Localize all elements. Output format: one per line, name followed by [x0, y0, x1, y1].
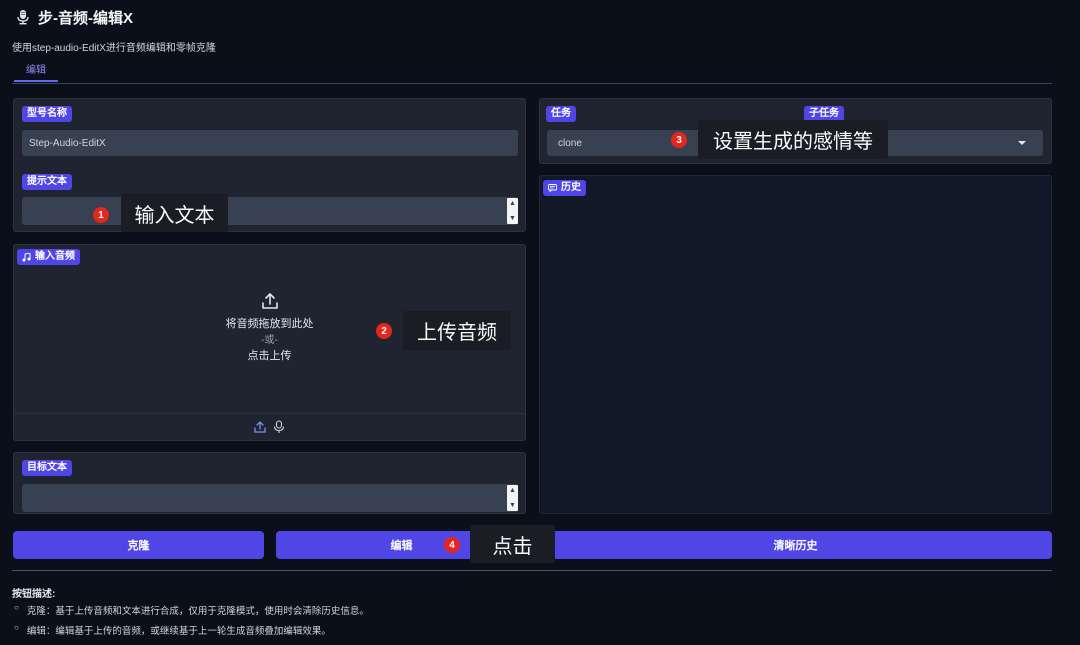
target-text-input[interactable] [22, 484, 518, 512]
annotation-badge: 2 [376, 323, 392, 339]
annotation-badge: 3 [671, 132, 687, 148]
upload-source-icon[interactable] [254, 421, 266, 433]
chat-icon [548, 184, 557, 192]
history-panel [539, 175, 1052, 514]
music-note-icon [22, 252, 31, 261]
model-name-label: 型号名称 [22, 106, 72, 122]
target-text-label: 目标文本 [22, 460, 72, 476]
scroll-down-icon[interactable]: ▼ [509, 214, 516, 223]
target-scrollbar[interactable]: ▲ ▼ [507, 485, 518, 511]
microphone-icon [17, 10, 29, 25]
scroll-up-icon[interactable]: ▲ [509, 199, 516, 208]
app-title: 步-音频-编辑X [16, 6, 133, 28]
audio-source-divider [14, 413, 525, 414]
microphone-source-icon[interactable] [273, 420, 285, 434]
chevron-down-icon[interactable] [1018, 140, 1026, 146]
upload-icon [261, 293, 278, 309]
description-item-text: 克隆：基于上传音频和文本进行合成，仅用于克隆模式，使用时会清除历史信息。 [26, 606, 369, 617]
description-item-text: 编辑：编辑基于上传的音频，或继续基于上一轮生成音频叠加编辑效果。 [26, 626, 331, 637]
scroll-down-icon[interactable]: ▼ [509, 501, 516, 510]
description-item: ○ 克隆：基于上传音频和文本进行合成，仅用于克隆模式，使用时会清除历史信息。 [14, 603, 369, 617]
app-title-text: 步-音频-编辑X [38, 9, 133, 27]
clone-button[interactable]: 克隆 [13, 531, 264, 559]
description-item: ○ 编辑：编辑基于上传的音频，或继续基于上一轮生成音频叠加编辑效果。 [14, 623, 331, 637]
annotation-callout: 上传音频 [403, 311, 511, 350]
prompt-scrollbar[interactable]: ▲ ▼ [507, 198, 518, 224]
prompt-text-label: 提示文本 [22, 174, 72, 190]
task-label: 任务 [546, 106, 576, 122]
annotation-callout: 输入文本 [121, 194, 228, 232]
history-label: 历史 [543, 180, 586, 196]
bullet-icon: ○ [14, 603, 19, 612]
input-audio-label-text: 输入音频 [35, 251, 75, 262]
annotation-badge: 4 [444, 537, 460, 553]
dropzone-click-text: 点击上传 [247, 350, 292, 362]
clear-history-button[interactable]: 清晰历史 [539, 531, 1052, 559]
description-title: 按钮描述: [12, 589, 56, 600]
annotation-badge: 1 [93, 207, 109, 223]
annotation-callout: 设置生成的感情等 [698, 120, 888, 159]
model-name-input[interactable]: Step-Audio-EditX [22, 130, 518, 156]
description-divider [12, 570, 1052, 571]
input-audio-label: 输入音频 [17, 249, 80, 265]
scroll-up-icon[interactable]: ▲ [509, 486, 516, 495]
tab-edit[interactable]: 编辑 [14, 64, 58, 82]
bullet-icon: ○ [14, 623, 19, 632]
tab-divider [12, 83, 1052, 84]
app-subtitle: 使用step-audio-EditX进行音频编辑和零帧克隆 [12, 43, 216, 54]
annotation-callout: 点击 [470, 525, 555, 563]
history-label-text: 历史 [561, 182, 581, 193]
